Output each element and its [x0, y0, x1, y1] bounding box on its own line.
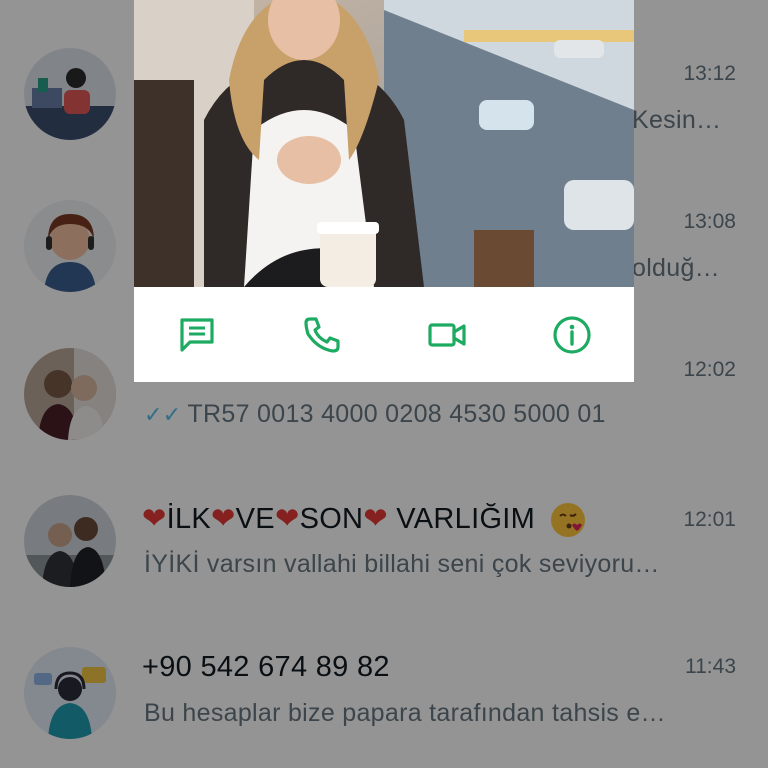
profile-popup	[134, 0, 634, 382]
phone-icon	[303, 316, 340, 353]
message-button[interactable]	[157, 295, 237, 375]
info-button[interactable]	[532, 295, 612, 375]
popup-action-bar	[134, 287, 634, 382]
profile-photo[interactable]	[134, 0, 634, 287]
video-call-icon	[427, 322, 466, 347]
message-icon	[179, 317, 214, 352]
info-icon	[552, 315, 591, 354]
voice-call-button[interactable]	[282, 295, 362, 375]
video-call-button[interactable]	[407, 295, 487, 375]
